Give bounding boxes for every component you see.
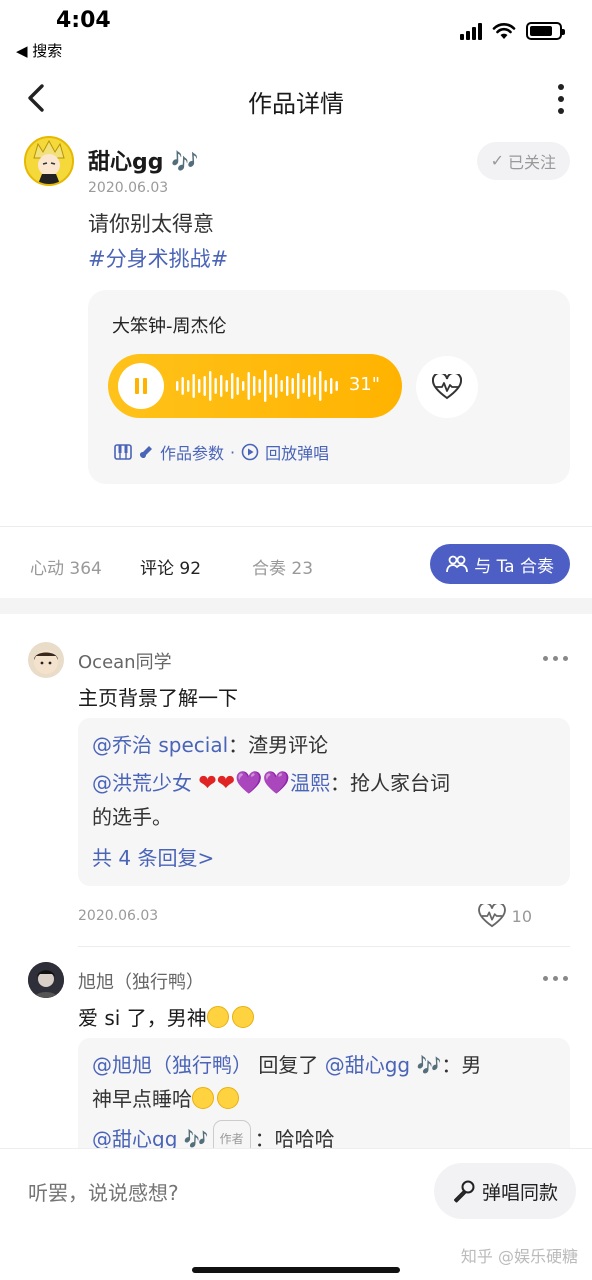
status-icons [460,22,565,40]
view-all-replies-link[interactable]: 共 4 条回复> [92,842,214,871]
sing-same-button[interactable]: 弹唱同款 [433,1163,576,1219]
tab-likes[interactable]: 心动 364 [30,554,102,579]
avatar-illustration [28,962,64,998]
tab-duets[interactable]: 合奏 23 [252,554,313,579]
battery-icon [526,22,565,40]
reply-line: @乔治 special：渣男评论 [92,728,556,762]
post-date: 2020.06.03 [88,180,169,196]
comment-input[interactable] [28,1173,408,1213]
reply-text: 男 [461,1053,482,1077]
reply-colon: ： [330,771,351,795]
reply-mention-tail[interactable]: 温熙 [290,771,330,795]
home-indicator[interactable] [192,1267,400,1273]
duet-button-label: 与 Ta 合奏 [474,556,554,577]
reply-box[interactable]: @乔治 special：渣男评论 @洪荒少女 ❤❤💜💜温熙：抢人家台词 的选手。… [78,718,570,886]
purple-heart-emoji: 💜 [262,771,291,796]
drooling-face-emoji [217,1087,239,1109]
duet-people-icon [446,555,469,573]
drooling-face-emoji [231,1006,254,1028]
replay-link[interactable]: 回放弹唱 [265,440,329,464]
red-heart-emoji: ❤ [216,771,236,796]
status-bar: 4:04 ◀ 搜索 [0,0,592,66]
cellular-signal-icon [460,22,482,40]
reply-line: @旭旭（独行鸭） 回复了 @甜心gg 🎶：男 [92,1048,556,1082]
reply-mention[interactable]: @旭旭（独行鸭） [92,1053,252,1077]
sing-same-label: 弹唱同款 [481,1181,558,1204]
duet-button[interactable]: 与 Ta 合奏 [430,544,570,584]
comment-text-row: 爱 si 了，男神 [78,1002,257,1031]
commenter-avatar[interactable] [28,962,64,998]
bottom-bar: 弹唱同款 知乎 @娱乐硬糖 [0,1148,592,1280]
reply-line-cont: 的选手。 [92,805,172,829]
avatar-illustration [34,650,58,674]
comment-more-icon[interactable] [543,976,568,981]
song-title: 大笨钟-周杰伦 [112,316,227,337]
reply-verb: 回复了 [258,1053,319,1077]
like-count: 10 [511,906,532,926]
wifi-icon [492,23,516,39]
post-author: 甜心gg 🎶 2020.06.03 ✓ 已关注 [24,136,570,196]
audio-player[interactable]: 31" [108,354,402,418]
nav-bar: 作品详情 [0,66,592,130]
more-options-icon[interactable] [556,84,566,114]
reply-colon: ： [228,733,249,757]
reply-mention[interactable]: @乔治 special [92,733,228,757]
author-name[interactable]: 甜心gg 🎶 [88,144,199,176]
microphone-icon [453,1180,475,1203]
drooling-face-emoji [206,1006,229,1028]
reply-text: 渣男评论 [248,733,329,757]
red-heart-emoji: ❤ [198,771,217,796]
comment-date: 2020.06.03 [78,908,159,924]
card-links: 作品参数 · 回放弹唱 [114,440,329,464]
heartbeat-icon [477,904,506,928]
music-card: 大笨钟-周杰伦 31" 作品参数 · 回放弹唱 [88,290,570,484]
page-title: 作品详情 [248,90,344,118]
reply-mention[interactable]: @洪荒少女 [92,771,192,795]
link-separator: · [230,442,236,462]
status-time: 4:04 [56,8,111,33]
heartbeat-icon [432,374,462,400]
purple-heart-emoji: 💜 [235,771,263,796]
post-text: 请你别太得意 [88,212,214,236]
comment-text: 爱 si 了，男神 [78,1006,207,1030]
comment-divider [78,946,570,947]
reply-text: 抢人家台词 [350,771,451,795]
watermark: 知乎 @娱乐硬糖 [460,1247,578,1266]
like-heart-button[interactable] [416,356,478,418]
challenge-tag[interactable]: #分身术挑战# [88,243,228,273]
comment-item: 旭旭（独行鸭） 爱 si 了，男神 @旭旭（独行鸭） 回复了 @甜心gg 🎶：男… [0,960,592,1168]
avatar-illustration [26,138,72,184]
reply-line: @洪荒少女 ❤❤💜💜温熙：抢人家台词 [92,766,556,801]
section-separator [0,598,592,614]
commenter-avatar[interactable] [28,642,64,678]
stats-bar: 心动 364 评论 92 合奏 23 与 Ta 合奏 [0,530,592,598]
followed-button[interactable]: ✓ 已关注 [476,142,570,180]
comment-more-icon[interactable] [543,656,568,661]
reply-mention[interactable]: @甜心gg 🎶 [325,1053,442,1077]
tab-comments[interactable]: 评论 92 [140,554,201,579]
pause-button[interactable] [118,363,164,409]
play-circle-icon [241,443,259,461]
commenter-name[interactable]: 旭旭（独行鸭） [78,968,204,994]
divider [0,526,592,527]
audio-duration: 31" [348,374,380,395]
relieved-face-emoji [192,1087,214,1109]
author-avatar[interactable] [24,136,74,186]
waveform-icon [176,370,338,402]
comment-item: Ocean同学 主页背景了解一下 @乔治 special：渣男评论 @洪荒少女 … [0,640,592,940]
followed-label: 已关注 [507,155,556,172]
reply-line-cont: 神早点睡哈 [92,1082,556,1116]
check-icon: ✓ [490,153,504,170]
comment-text: 主页背景了解一下 [78,686,238,710]
reply-text: 神早点睡哈 [92,1087,192,1111]
guitar-icon [139,446,152,459]
commenter-name[interactable]: Ocean同学 [78,648,172,674]
comment-like-button[interactable]: 10 [477,904,532,928]
reply-colon: ： [441,1053,462,1077]
back-to-search-link[interactable]: ◀ 搜索 [16,40,62,61]
piano-icon [114,444,132,460]
work-params-link[interactable]: 作品参数 [160,440,224,464]
